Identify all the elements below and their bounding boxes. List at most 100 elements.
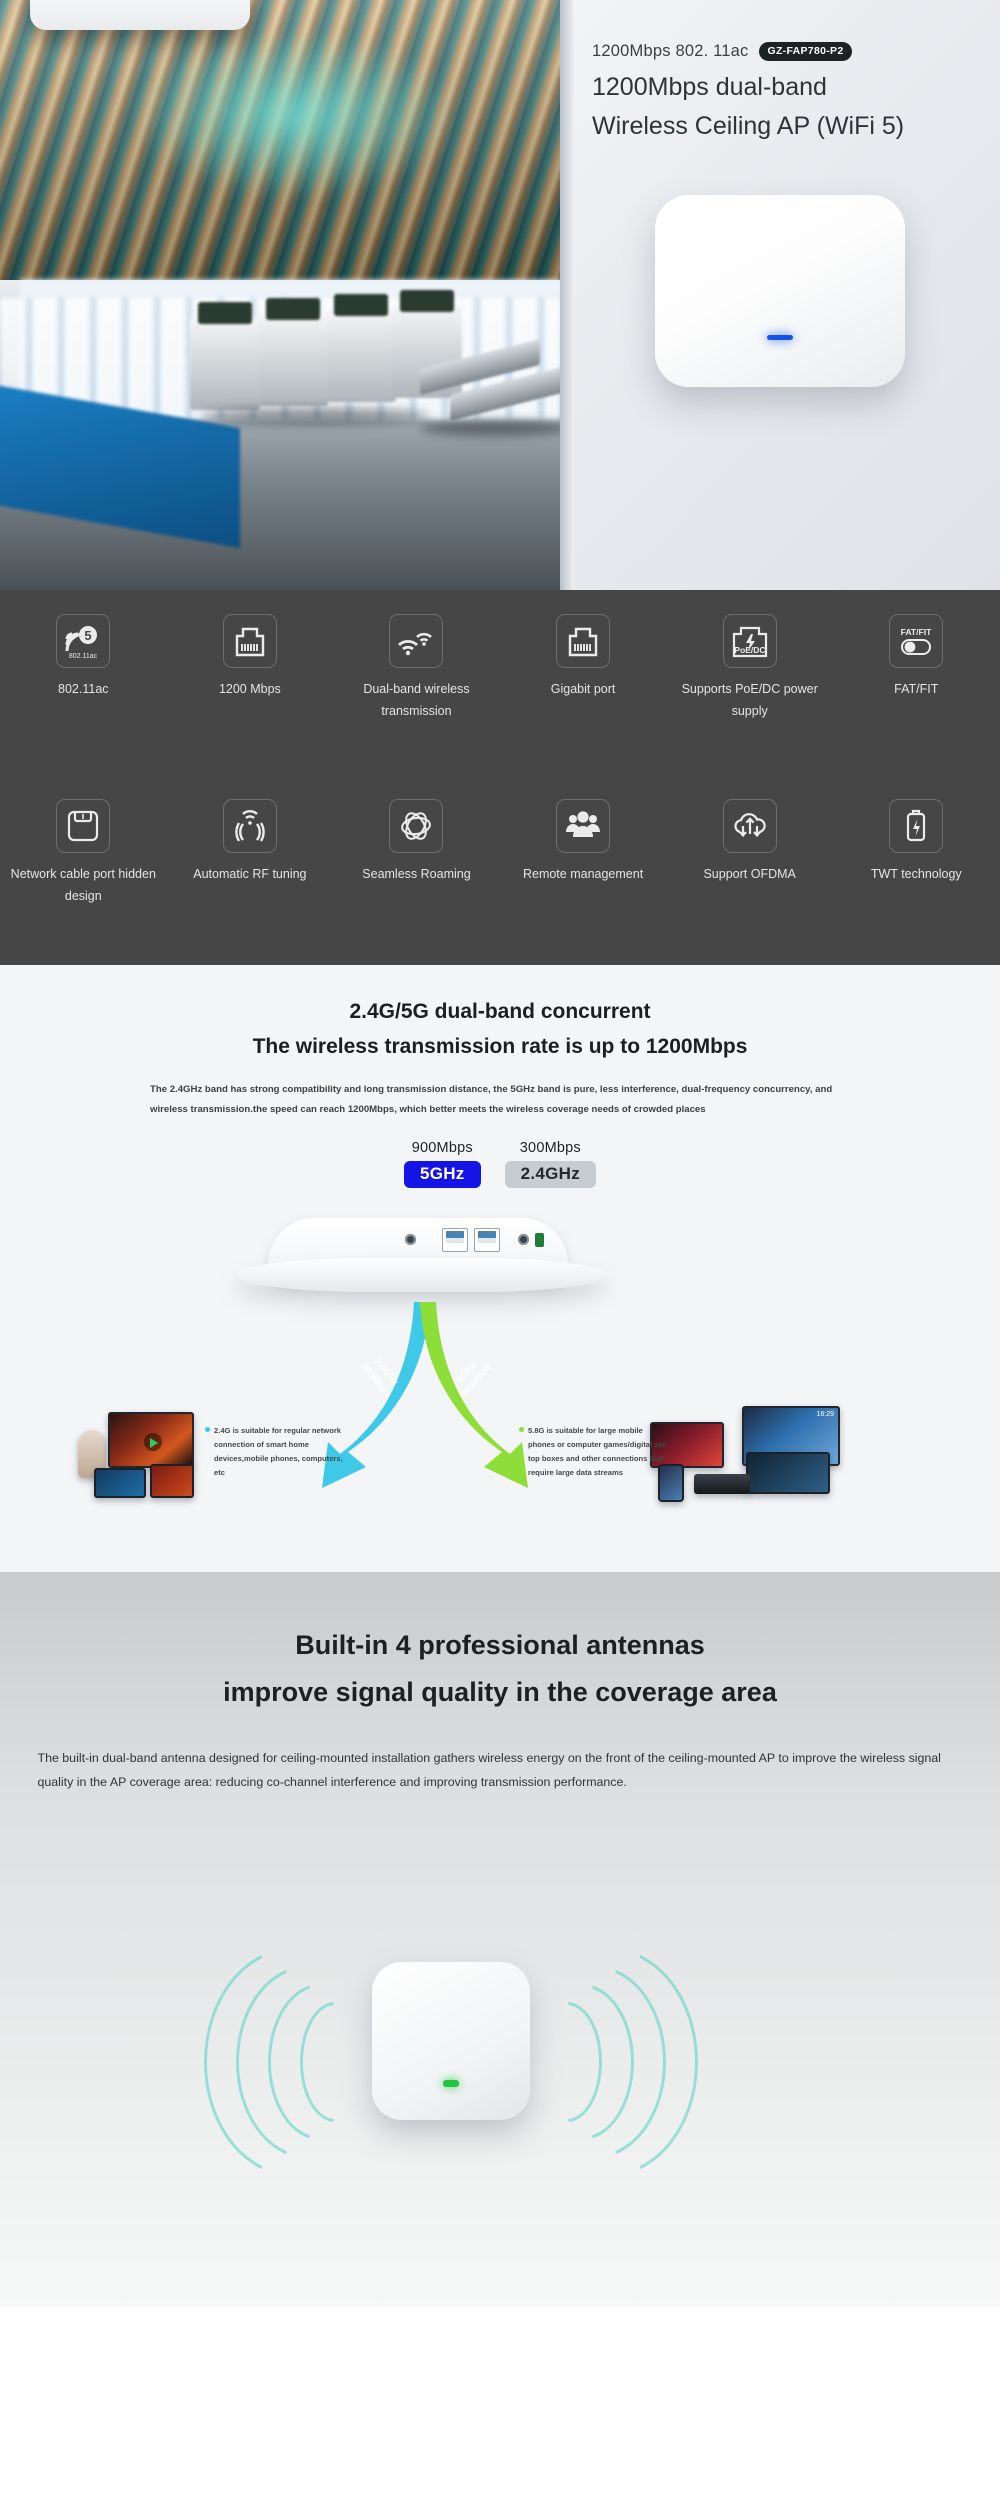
poe-dc-icon: PoE/DC — [722, 614, 777, 668]
dc-jack-icon — [518, 1234, 529, 1246]
arrow-5ghz: 5GHz 900Mbps — [408, 1301, 528, 1492]
feature-label: Gigabit port — [550, 682, 616, 696]
ap-device-brim — [236, 1257, 608, 1292]
caption-bullet-icon — [205, 1426, 210, 1432]
caption-24g: 2.4G is suitable for regular network con… — [205, 1424, 354, 1480]
dual-band-heading-line2: The wireless transmission rate is up to … — [252, 1034, 748, 1058]
badge-speed-value: 900Mbps — [411, 1139, 473, 1156]
rf-tuning-icon — [222, 799, 277, 853]
feature-label: Supports PoE/DC power supply — [681, 682, 818, 718]
hero-kicker: 1200Mbps 802. 11ac GZ-FAP780-P2 — [592, 42, 853, 61]
treadmill-shadow — [200, 408, 430, 424]
hero-kicker-text: 1200Mbps 802. 11ac — [592, 42, 749, 60]
feature-icons-section: 5 802.11ac 802.11ac 1200 Mbps Dual-band … — [0, 590, 1000, 965]
hero-section: 1200Mbps 802. 11ac GZ-FAP780-P2 1200Mbps… — [0, 0, 1000, 590]
feature-label: 802.11ac — [58, 682, 109, 696]
laptop-screen — [94, 1467, 146, 1498]
svg-text:5: 5 — [85, 628, 92, 643]
product-image-ap — [655, 195, 905, 387]
feature-label: TWT technology — [870, 867, 962, 881]
monitor-screen — [108, 1411, 194, 1468]
treadmill — [326, 294, 396, 402]
feature-dual-band: Dual-band wireless transmission — [333, 614, 500, 799]
feature-label: 1200 Mbps — [218, 682, 281, 696]
hero-title-line2: Wireless Ceiling AP (WiFi 5) — [592, 111, 905, 140]
treadmill — [190, 302, 260, 410]
feature-label: Support OFDMA — [703, 867, 796, 881]
battery-twt-icon — [889, 799, 944, 853]
antenna-paragraph: The built-in dual-band antenna designed … — [37, 1751, 941, 1790]
users-group-icon — [556, 799, 611, 853]
feature-hidden-cable-port: Network cable port hidden design — [0, 799, 167, 964]
ceiling-mounted-ap — [30, 0, 250, 30]
power-indicator-icon — [535, 1232, 544, 1247]
caption-bullet-icon — [519, 1426, 524, 1432]
hero-title: 1200Mbps dual-band Wireless Ceiling AP (… — [592, 68, 992, 146]
sku-badge: GZ-FAP780-P2 — [758, 42, 853, 61]
feature-802-11ac: 5 802.11ac 802.11ac — [0, 614, 167, 799]
badge-24ghz: 300Mbps 2.4GHz — [504, 1139, 597, 1188]
badge-speed-value: 300Mbps — [519, 1139, 581, 1156]
cloud-ofdma-icon — [722, 799, 777, 853]
feature-rf-tuning: Automatic RF tuning — [167, 799, 334, 964]
feature-poe-dc: PoE/DC Supports PoE/DC power supply — [666, 614, 833, 799]
feature-label: Automatic RF tuning — [193, 867, 307, 881]
led-indicator — [767, 335, 793, 340]
caption-24g-text: 2.4G is suitable for regular network con… — [214, 1425, 343, 1477]
feature-twt: TWT technology — [833, 799, 1000, 964]
hero-product-panel: 1200Mbps 802. 11ac GZ-FAP780-P2 1200Mbps… — [560, 0, 1000, 590]
feature-label: Seamless Roaming — [362, 867, 471, 881]
dual-wifi-icon — [389, 614, 444, 668]
bench-shadow — [420, 420, 560, 436]
feature-remote-management: Remote management — [500, 799, 667, 964]
feature-gigabit-port: Gigabit port — [500, 614, 667, 799]
antenna-heading-line2: improve signal quality in the coverage a… — [223, 1676, 777, 1707]
badge-5ghz: 900Mbps 5GHz — [403, 1139, 481, 1188]
rj45-port-1-icon — [442, 1227, 468, 1252]
led-indicator — [443, 2079, 459, 2087]
feature-label: Remote management — [522, 867, 644, 881]
feature-label: Dual-band wireless transmission — [363, 682, 470, 718]
speed-badges: 900Mbps 5GHz 300Mbps 2.4GHz — [0, 1140, 1000, 1188]
rj45-port-icon — [556, 614, 611, 668]
hidden-cable-port-icon — [56, 799, 111, 853]
wall-edge — [560, 0, 574, 590]
reset-button-icon — [405, 1234, 416, 1246]
caption-5g: 5.8G is suitable for large mobile phones… — [519, 1424, 668, 1480]
ap-ports-group — [405, 1227, 544, 1252]
feature-1200mbps: 1200 Mbps — [167, 614, 334, 799]
laptop-screen — [746, 1451, 830, 1494]
devices-cluster-24g — [78, 1411, 208, 1502]
hero-title-line1: 1200Mbps dual-band — [592, 73, 827, 101]
feature-ofdma: Support OFDMA — [666, 799, 833, 964]
feature-label: Network cable port hidden design — [10, 867, 156, 903]
wifi5-802-11ac-icon: 5 802.11ac — [56, 614, 111, 668]
dual-band-heading: 2.4G/5G dual-band concurrent The wireles… — [0, 995, 1000, 1064]
feature-label: FAT/FIT — [894, 682, 939, 696]
hero-ceiling-photo — [0, 0, 560, 590]
feature-fat-fit: FAT/FIT FAT/FIT — [833, 614, 1000, 799]
feature-seamless-roaming: Seamless Roaming — [333, 799, 500, 964]
svg-text:PoE/DC: PoE/DC — [734, 645, 765, 655]
caption-5g-text: 5.8G is suitable for large mobile phones… — [528, 1425, 668, 1477]
tablet-screen — [150, 1463, 194, 1498]
antenna-ap-device — [372, 1961, 530, 2120]
antenna-heading-line1: Built-in 4 professional antennas — [295, 1629, 705, 1660]
antenna-heading: Built-in 4 professional antennas improve… — [0, 1622, 1000, 1717]
devices-cluster-5g: 16:29 — [650, 1405, 840, 1506]
feature-row-1: 5 802.11ac 802.11ac 1200 Mbps Dual-band … — [0, 614, 1000, 799]
badge-band-label: 5GHz — [403, 1160, 481, 1188]
badge-band-label: 2.4GHz — [504, 1160, 597, 1188]
feature-row-2: Network cable port hidden design Automat… — [0, 799, 1000, 964]
dual-band-diagram: 2.4GHz 300Mbps 5GHz 900Mbps 2.4G is suit… — [0, 1210, 1000, 1550]
gym-interior — [0, 280, 560, 590]
dual-band-paragraph: The 2.4GHz band has strong compatibility… — [150, 1084, 833, 1115]
rj45-port-icon — [222, 614, 277, 668]
rj45-port-2-icon — [474, 1227, 500, 1252]
dual-band-heading-line1: 2.4G/5G dual-band concurrent — [349, 1000, 651, 1023]
treadmill — [258, 298, 328, 406]
roaming-orbit-icon — [389, 799, 444, 853]
ceiling-glow — [130, 30, 460, 200]
antenna-section: Built-in 4 professional antennas improve… — [0, 1571, 1000, 2307]
settop-box — [694, 1473, 750, 1494]
